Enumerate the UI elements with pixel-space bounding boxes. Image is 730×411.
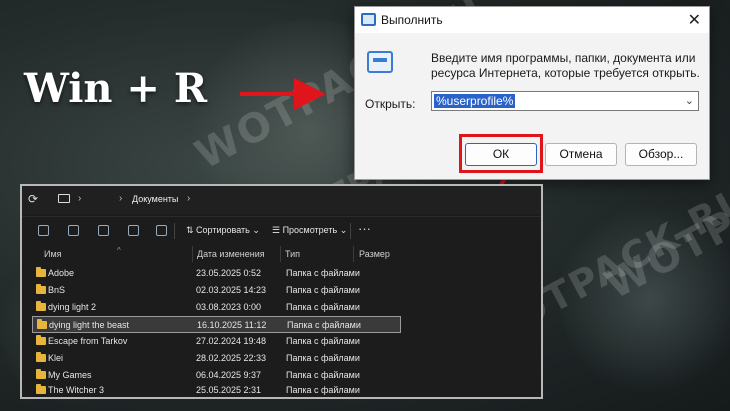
address-bar: ⟳ › › Документы › xyxy=(22,186,541,214)
delete-icon[interactable] xyxy=(156,225,167,236)
command-bar: ⇅ Сортировать ⌄ ☰ Просмотреть ⌄ ··· xyxy=(22,216,541,242)
sort-label: Сортировать xyxy=(196,225,250,235)
table-row[interactable]: Escape from Tarkov 27.02.2024 19:48 Папк… xyxy=(32,333,401,350)
column-header-type[interactable]: Тип xyxy=(285,249,300,259)
share-icon[interactable] xyxy=(128,225,139,236)
file-name: Escape from Tarkov xyxy=(48,336,128,346)
close-icon[interactable]: ✕ xyxy=(688,10,701,30)
file-date: 27.02.2024 19:48 xyxy=(196,336,267,346)
column-divider[interactable] xyxy=(192,246,193,262)
file-name: dying light 2 xyxy=(48,302,97,312)
file-name: BnS xyxy=(48,285,66,295)
file-name: Adobe xyxy=(48,268,75,278)
breadcrumb[interactable]: Документы xyxy=(132,194,178,204)
column-divider[interactable] xyxy=(353,246,354,262)
folder-icon xyxy=(36,267,46,277)
column-header-date[interactable]: Дата изменения xyxy=(197,249,265,259)
file-type: Папка с файлами xyxy=(286,353,360,363)
refresh-icon[interactable]: ⟳ xyxy=(28,192,38,206)
column-divider[interactable] xyxy=(280,246,281,262)
file-type: Папка с файлами xyxy=(286,302,360,312)
open-label: Открыть: xyxy=(365,97,416,111)
file-date: 03.08.2023 0:00 xyxy=(196,302,262,312)
table-row[interactable]: Klei 28.02.2025 22:33 Папка с файлами xyxy=(32,350,401,367)
cancel-button[interactable]: Отмена xyxy=(545,143,617,166)
folder-icon xyxy=(36,369,46,379)
run-app-icon xyxy=(367,51,393,73)
copy-icon[interactable] xyxy=(68,225,79,236)
file-type: Папка с файлами xyxy=(286,268,360,278)
run-dialog-title: Выполнить xyxy=(381,13,443,27)
table-row[interactable]: BnS 02.03.2025 14:23 Папка с файлами xyxy=(32,282,401,299)
file-type: Папка с файлами xyxy=(286,385,360,395)
new-item-icon[interactable] xyxy=(38,225,49,236)
open-input-value: %userprofile% xyxy=(434,94,516,108)
file-date: 28.02.2025 22:33 xyxy=(196,353,267,363)
run-dialog-titlebar: Выполнить ✕ xyxy=(355,7,709,33)
run-dialog: Выполнить ✕ Введите имя программы, папки… xyxy=(354,6,710,180)
table-row[interactable]: dying light 2 03.08.2023 0:00 Папка с фа… xyxy=(32,299,401,316)
table-row-selected[interactable]: dying light the beast 16.10.2025 11:12 П… xyxy=(32,316,401,333)
toolbar-divider xyxy=(174,223,175,239)
more-options-icon[interactable]: ··· xyxy=(358,221,371,236)
sort-arrow-icon: ^ xyxy=(117,246,121,255)
file-name: dying light the beast xyxy=(49,320,130,330)
file-name: Klei xyxy=(48,353,64,363)
view-label: Просмотреть xyxy=(282,225,338,235)
file-date: 02.03.2025 14:23 xyxy=(196,285,267,295)
chevron-right-icon[interactable]: › xyxy=(119,193,122,204)
table-row[interactable]: Adobe 23.05.2025 0:52 Папка с файлами xyxy=(32,265,401,282)
folder-icon xyxy=(36,301,46,311)
file-explorer: ⟳ › › Документы › ⇅ Сортировать ⌄ ☰ Прос… xyxy=(20,184,543,399)
file-name: My Games xyxy=(48,370,92,380)
chevron-right-icon[interactable]: › xyxy=(187,193,190,204)
column-header-name[interactable]: Имя xyxy=(44,249,62,259)
file-date: 25.05.2025 2:31 xyxy=(196,385,262,395)
open-input[interactable]: %userprofile% ⌄ xyxy=(431,91,699,111)
table-row[interactable]: The Witcher 3 25.05.2025 2:31 Папка с фа… xyxy=(32,382,401,399)
run-icon xyxy=(361,13,376,26)
toolbar-divider xyxy=(350,223,351,239)
file-date: 16.10.2025 11:12 xyxy=(197,320,267,330)
run-description: Введите имя программы, папки, документа … xyxy=(431,51,700,80)
folder-icon xyxy=(36,335,46,345)
file-type: Папка с файлами xyxy=(286,370,360,380)
folder-icon xyxy=(36,384,46,394)
column-header-row: Имя ^ Дата изменения Тип Размер xyxy=(22,246,541,262)
folder-icon xyxy=(36,284,46,294)
ok-button-highlight xyxy=(459,134,543,173)
folder-icon xyxy=(36,352,46,362)
this-pc-icon[interactable] xyxy=(58,194,70,203)
file-type: Папка с файлами xyxy=(287,320,361,330)
view-button[interactable]: ☰ Просмотреть ⌄ xyxy=(272,225,347,236)
chevron-down-icon[interactable]: › xyxy=(78,193,81,204)
file-date: 23.05.2025 0:52 xyxy=(196,268,262,278)
file-type: Папка с файлами xyxy=(286,336,360,346)
folder-icon xyxy=(37,319,47,329)
file-date: 06.04.2025 9:37 xyxy=(196,370,262,380)
browse-button[interactable]: Обзор... xyxy=(625,143,697,166)
paste-icon[interactable] xyxy=(98,225,109,236)
column-header-size[interactable]: Размер xyxy=(359,249,390,259)
file-name: The Witcher 3 xyxy=(48,385,105,395)
sort-button[interactable]: ⇅ Сортировать ⌄ xyxy=(186,225,260,236)
hotkey-caption: Win + R xyxy=(24,65,208,112)
file-type: Папка с файлами xyxy=(286,285,360,295)
chevron-down-icon[interactable]: ⌄ xyxy=(685,94,694,107)
